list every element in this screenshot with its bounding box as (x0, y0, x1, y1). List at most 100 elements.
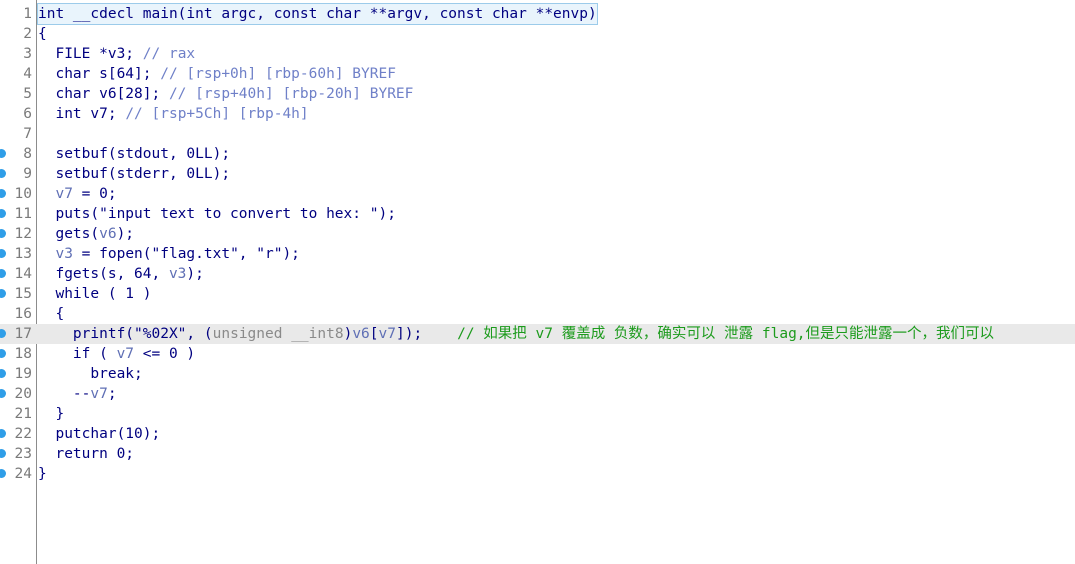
code-text[interactable]: int v7; // [rsp+5Ch] [rbp-4h] (38, 104, 309, 124)
code-token: fgets(s, 64, (38, 266, 169, 282)
code-text[interactable]: break; (38, 364, 142, 384)
code-line[interactable]: 2{ (0, 24, 1075, 44)
code-token: v3 (55, 246, 73, 262)
line-number: 16 (14, 306, 32, 322)
code-text[interactable]: } (38, 404, 64, 424)
line-number: 10 (14, 186, 32, 202)
code-token: printf( (38, 326, 135, 342)
code-token: putchar(10); (38, 426, 161, 442)
code-token: v6 (99, 226, 117, 242)
code-text[interactable]: FILE *v3; // rax (38, 44, 195, 64)
pseudocode-view[interactable]: 1 int __cdecl main(int argc, const char *… (0, 3, 1075, 484)
code-line[interactable]: 24} (0, 464, 1075, 484)
code-line[interactable]: 21 } (0, 404, 1075, 424)
code-line[interactable]: 15 while ( 1 ) (0, 284, 1075, 304)
code-token: // [rsp+5Ch] [rbp-4h] (125, 106, 309, 122)
code-line[interactable]: 16 { (0, 304, 1075, 324)
code-token: v7 (90, 386, 108, 402)
code-line[interactable]: 6 int v7; // [rsp+5Ch] [rbp-4h] (0, 104, 1075, 124)
code-line[interactable]: 8 setbuf(stdout, 0LL); (0, 144, 1075, 164)
code-line[interactable]: 3 FILE *v3; // rax (0, 44, 1075, 64)
code-line[interactable]: 18 if ( v7 <= 0 ) (0, 344, 1075, 364)
code-token: v3 (168, 266, 187, 282)
code-token: ); (378, 206, 396, 222)
code-line[interactable]: 13 v3 = fopen("flag.txt", "r"); (0, 244, 1075, 264)
code-text[interactable]: return 0; (38, 444, 134, 464)
line-number: 21 (14, 406, 32, 422)
line-number: 24 (14, 466, 32, 482)
line-number: 17 (14, 326, 32, 342)
code-text[interactable]: putchar(10); (38, 424, 160, 444)
code-text[interactable]: while ( 1 ) (38, 284, 151, 304)
code-line[interactable]: 17 printf("%02X", (unsigned __int8)v6[v7… (0, 324, 1075, 344)
code-token: setbuf(stdout, 0LL); (38, 146, 231, 162)
code-token: { (38, 26, 47, 42)
code-text[interactable]: setbuf(stdout, 0LL); (38, 144, 230, 164)
code-text[interactable]: --v7; (38, 384, 117, 404)
code-text[interactable]: puts("input text to convert to hex: "); (38, 204, 396, 224)
code-token: , ( (186, 326, 213, 342)
code-text[interactable]: gets(v6); (38, 224, 134, 244)
code-token: ; (107, 386, 117, 402)
code-token: return 0; (38, 446, 135, 462)
code-text[interactable]: setbuf(stderr, 0LL); (38, 164, 230, 184)
code-text[interactable]: fgets(s, 64, v3); (38, 264, 204, 284)
code-token: v7 (378, 326, 396, 342)
code-line[interactable]: 23 return 0; (0, 444, 1075, 464)
code-token: puts( (38, 206, 100, 222)
code-token: char s[64]; (38, 66, 161, 82)
line-number: 8 (23, 146, 32, 162)
code-line[interactable]: 19 break; (0, 364, 1075, 384)
code-text[interactable]: if ( v7 <= 0 ) (38, 344, 195, 364)
code-text[interactable]: char s[64]; // [rsp+0h] [rbp-60h] BYREF (38, 64, 396, 84)
line-number: 2 (23, 26, 32, 42)
line-number: 9 (23, 166, 32, 182)
code-token: unsigned __int8 (212, 326, 344, 342)
line-number: 20 (14, 386, 32, 402)
code-line[interactable]: 14 fgets(s, 64, v3); (0, 264, 1075, 284)
line-number: 15 (14, 286, 32, 302)
code-text[interactable]: { (38, 304, 64, 324)
code-token: rax (168, 46, 196, 62)
code-token: "%02X" (134, 326, 187, 342)
code-token: = fopen("flag.txt", "r"); (72, 246, 300, 262)
code-text[interactable]: int __cdecl main(int argc, const char **… (37, 3, 598, 25)
code-text[interactable]: char v6[28]; // [rsp+40h] [rbp-20h] BYRE… (38, 84, 413, 104)
code-line[interactable]: 10 v7 = 0; (0, 184, 1075, 204)
code-token: ]); (395, 326, 458, 342)
code-line[interactable]: 11 puts("input text to convert to hex: "… (0, 204, 1075, 224)
code-line[interactable]: 7 (0, 124, 1075, 144)
code-text[interactable]: v3 = fopen("flag.txt", "r"); (38, 244, 300, 264)
code-line[interactable]: 4 char s[64]; // [rsp+0h] [rbp-60h] BYRE… (0, 64, 1075, 84)
code-token: int v7; (38, 106, 126, 122)
line-number: 4 (23, 66, 32, 82)
code-token: ); (186, 266, 204, 282)
line-number: 3 (23, 46, 32, 62)
code-line[interactable]: 1 int __cdecl main(int argc, const char *… (0, 3, 1075, 25)
code-token: // 如果把 v7 覆盖成 负数，确实可以 泄露 flag,但是只能泄露一个，我… (457, 326, 995, 342)
code-text[interactable]: v7 = 0; (38, 184, 116, 204)
code-text[interactable]: } (38, 464, 47, 484)
code-token: "input text to convert to hex: " (99, 206, 379, 222)
code-token: ) (343, 326, 353, 342)
line-number: 18 (14, 346, 32, 362)
code-text[interactable]: { (38, 24, 47, 44)
code-token: // [rsp+0h] [rbp-60h] BYREF (160, 66, 396, 82)
line-number: 1 (23, 6, 32, 22)
code-text[interactable]: printf("%02X", (unsigned __int8)v6[v7]);… (38, 324, 994, 344)
line-number: 12 (14, 226, 32, 242)
code-token: char v6[28]; (38, 86, 169, 102)
code-token: // (142, 46, 169, 62)
code-token: // [rsp+40h] [rbp-20h] BYREF (168, 86, 414, 102)
code-line[interactable]: 20 --v7; (0, 384, 1075, 404)
line-number: 14 (14, 266, 32, 282)
code-line[interactable]: 22 putchar(10); (0, 424, 1075, 444)
code-token: setbuf(stderr, 0LL); (38, 166, 231, 182)
line-number: 13 (14, 246, 32, 262)
code-line[interactable]: 12 gets(v6); (0, 224, 1075, 244)
code-line[interactable]: 9 setbuf(stderr, 0LL); (0, 164, 1075, 184)
code-token: if ( (38, 346, 117, 362)
code-line[interactable]: 5 char v6[28]; // [rsp+40h] [rbp-20h] BY… (0, 84, 1075, 104)
